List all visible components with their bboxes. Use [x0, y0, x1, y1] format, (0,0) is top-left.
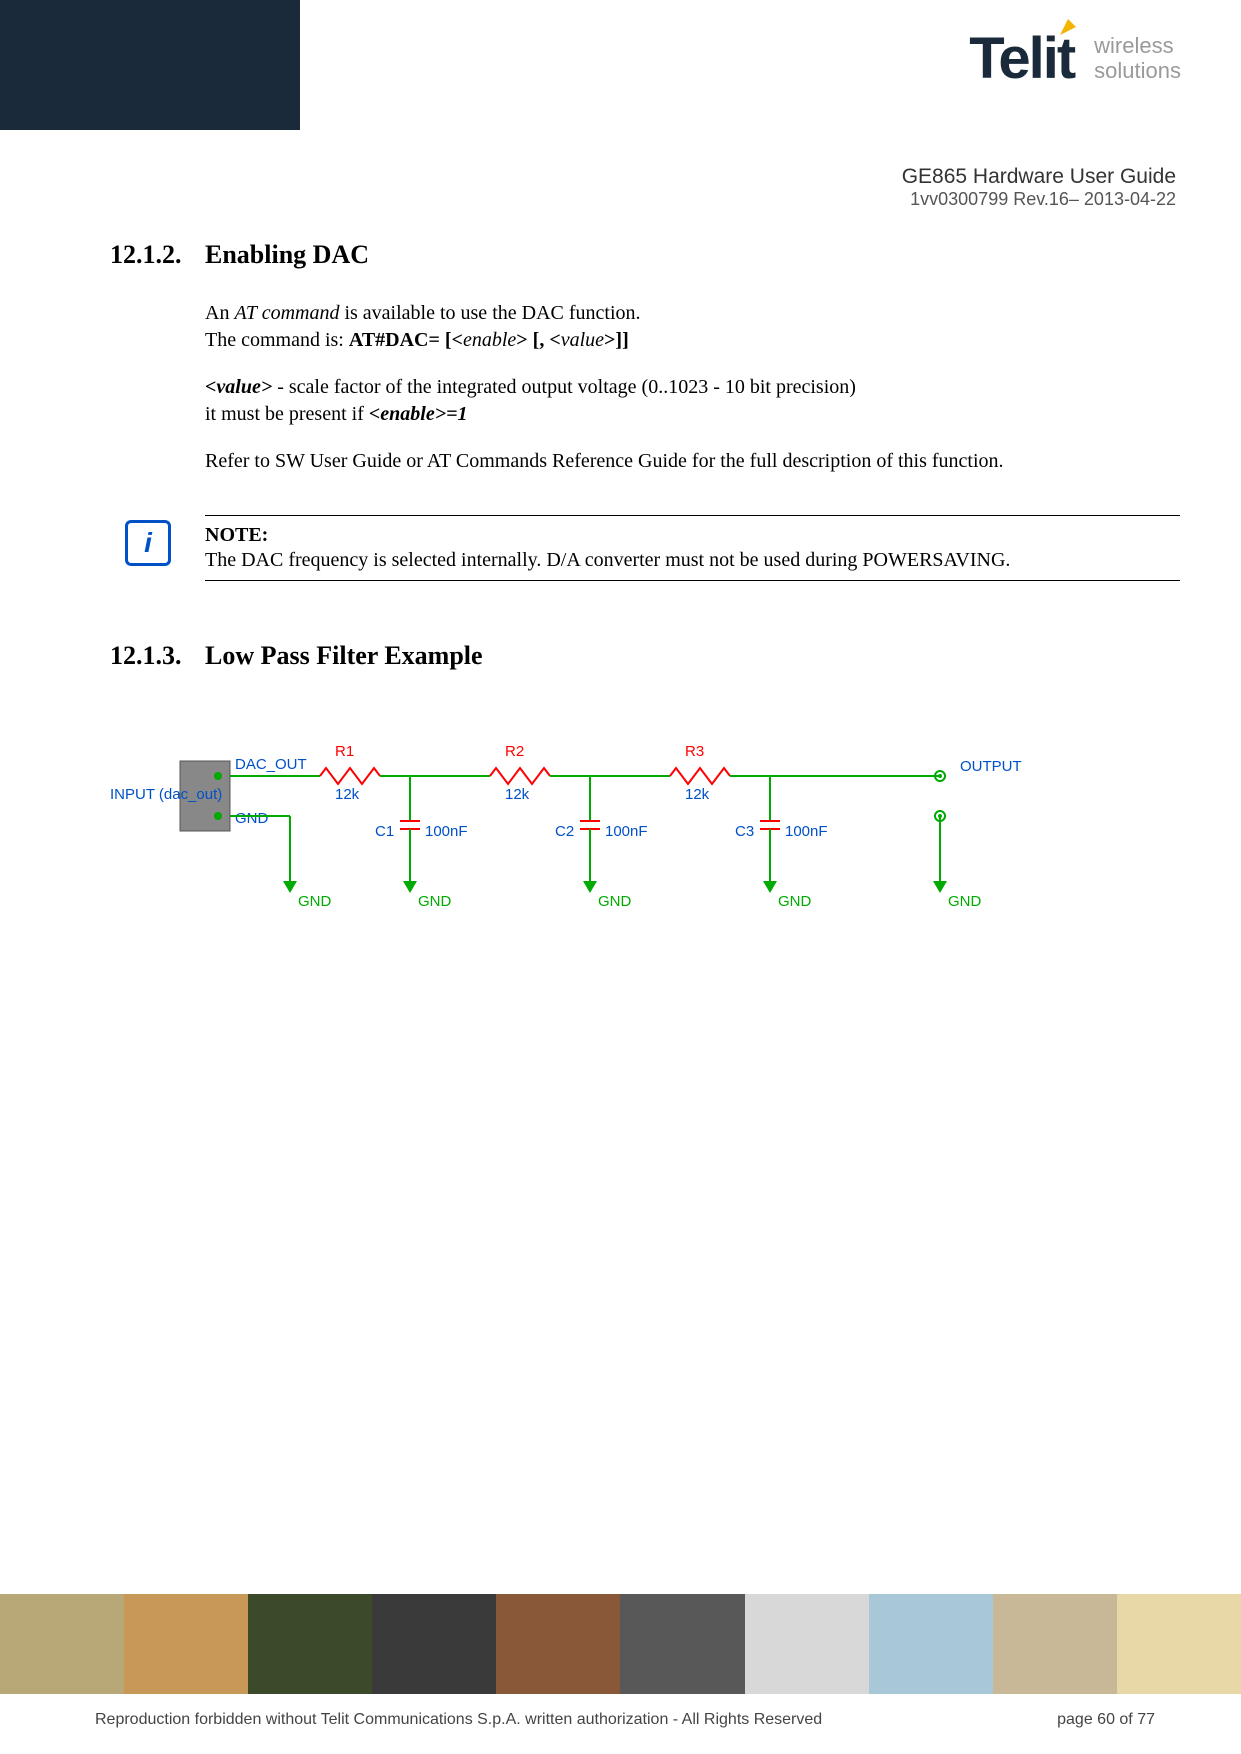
doc-title-block: GE865 Hardware User Guide 1vv0300799 Rev…: [902, 165, 1176, 210]
info-icon: i: [125, 520, 171, 566]
gnd-arrow-c1: [403, 881, 417, 893]
brand-logo: Telit: [969, 25, 1074, 92]
r3-label: R3: [685, 743, 704, 760]
brand-tagline: wireless solutions: [1094, 34, 1181, 82]
logo-accent-icon: [1058, 17, 1078, 37]
r1-label: R1: [335, 743, 354, 760]
footer-image-strip: [0, 1594, 1241, 1694]
gnd-c1: GND: [418, 893, 452, 910]
note-text: The DAC frequency is selected internally…: [205, 549, 1180, 572]
gnd-in: GND: [298, 893, 332, 910]
section-heading-1: 12.1.2.Enabling DAC: [110, 240, 1180, 270]
gnd-c2: GND: [598, 893, 632, 910]
document-page: Telit wireless solutions GE865 Hardware …: [0, 0, 1241, 1754]
section-title-2: Low Pass Filter Example: [205, 641, 483, 670]
dac-out-label: DAC_OUT: [235, 756, 307, 773]
c3-label: C3: [735, 823, 754, 840]
resistor-r3: [670, 768, 730, 784]
note-rule-top: [205, 515, 1180, 516]
resistor-r1: [320, 768, 380, 784]
section-num-2: 12.1.3.: [110, 641, 205, 671]
c2-label: C2: [555, 823, 574, 840]
c3-value: 100nF: [785, 823, 828, 840]
resistor-r2: [490, 768, 550, 784]
tagline-line1: wireless: [1094, 34, 1181, 58]
c1-label: C1: [375, 823, 394, 840]
r3-value: 12k: [685, 786, 710, 803]
content-area: 12.1.2.Enabling DAC An AT command is ava…: [110, 240, 1180, 981]
note-label: NOTE:: [205, 524, 1180, 547]
page-number: page 60 of 77: [1057, 1711, 1155, 1729]
section-num-1: 12.1.2.: [110, 240, 205, 270]
circuit-diagram: DAC_OUT GND INPUT (dac_out) R1 12k C1 10…: [110, 721, 1180, 981]
input-label: INPUT (dac_out): [110, 786, 222, 803]
r1-value: 12k: [335, 786, 360, 803]
r2-label: R2: [505, 743, 524, 760]
logo-area: Telit wireless solutions: [969, 25, 1181, 92]
c2-value: 100nF: [605, 823, 648, 840]
tagline-line2: solutions: [1094, 59, 1181, 83]
section-title-1: Enabling DAC: [205, 240, 369, 269]
section-heading-2: 12.1.3.Low Pass Filter Example: [110, 641, 1180, 671]
note-rule-bottom: [205, 580, 1180, 581]
section-body-1: An AT command is available to use the DA…: [205, 300, 1180, 475]
gnd-pin-label: GND: [235, 810, 269, 827]
output-label: OUTPUT: [960, 758, 1022, 775]
gnd-out: GND: [948, 893, 982, 910]
doc-title: GE865 Hardware User Guide: [902, 165, 1176, 189]
header-block: [0, 0, 300, 130]
doc-revision: 1vv0300799 Rev.16– 2013-04-22: [902, 189, 1176, 210]
c1-value: 100nF: [425, 823, 468, 840]
para-3: Refer to SW User Guide or AT Commands Re…: [205, 448, 1180, 475]
info-icon-glyph: i: [144, 527, 152, 559]
r2-value: 12k: [505, 786, 530, 803]
note-block: i NOTE: The DAC frequency is selected in…: [205, 515, 1180, 581]
para-2: <value> - scale factor of the integrated…: [205, 374, 1180, 428]
para-1: An AT command is available to use the DA…: [205, 300, 1180, 354]
footer-text: Reproduction forbidden without Telit Com…: [95, 1711, 1155, 1729]
gnd-c3: GND: [778, 893, 812, 910]
copyright: Reproduction forbidden without Telit Com…: [95, 1711, 822, 1729]
circuit-svg: DAC_OUT GND INPUT (dac_out) R1 12k C1 10…: [110, 721, 1110, 981]
